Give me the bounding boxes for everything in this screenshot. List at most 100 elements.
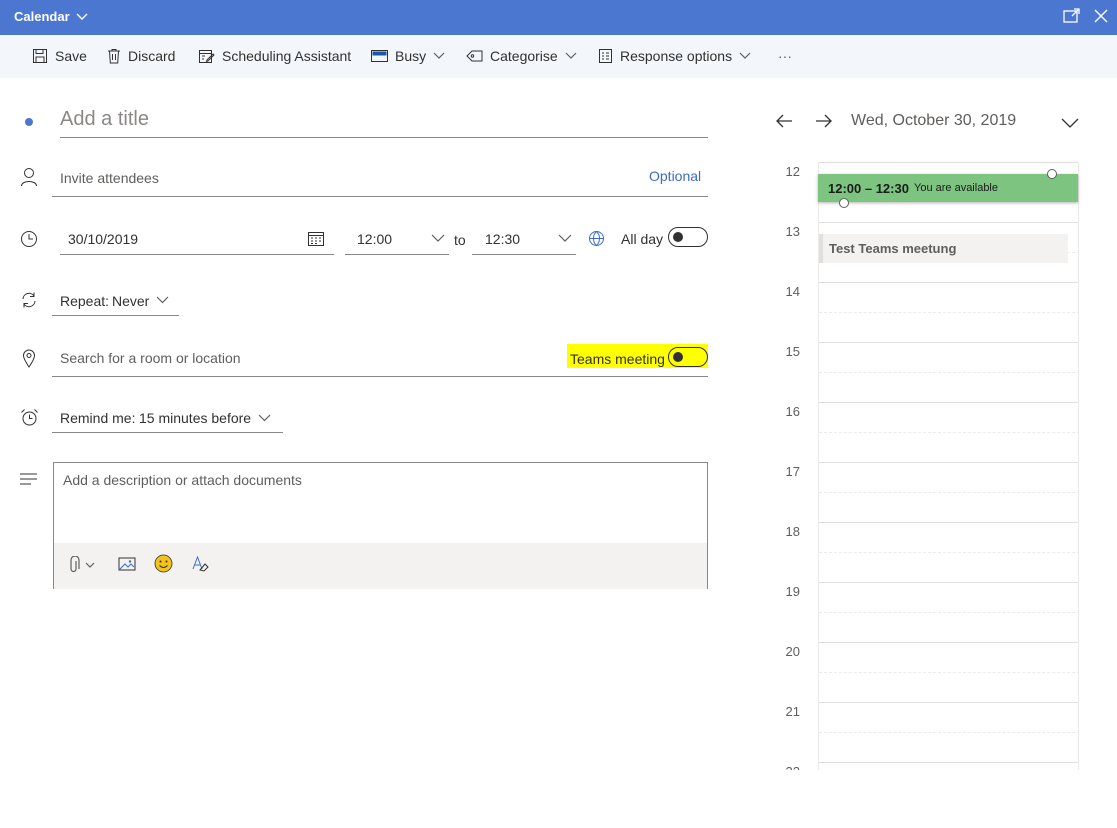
hour-gridline (819, 282, 1078, 283)
location-pin-icon (22, 349, 36, 368)
arrow-left-icon[interactable] (775, 113, 793, 129)
half-hour-gridline (819, 312, 1078, 313)
chevron-down-icon (558, 234, 572, 242)
day-view-date[interactable]: Wed, October 30, 2019 (851, 112, 1016, 130)
location-input[interactable]: Search for a room or location (60, 350, 241, 366)
date-underline (60, 254, 334, 255)
optional-attendees-link[interactable]: Optional (649, 168, 701, 184)
tag-icon (466, 50, 483, 62)
hour-label: 21 (785, 704, 800, 719)
title-underline (60, 137, 708, 138)
discard-button[interactable]: Discard (107, 48, 175, 64)
hour-gridline (819, 702, 1078, 703)
half-hour-gridline (819, 672, 1078, 673)
hour-label: 19 (785, 584, 800, 599)
hour-label: 13 (785, 224, 800, 239)
hour-gridline (819, 162, 1078, 163)
status-icon (371, 50, 388, 62)
to-label: to (454, 232, 466, 248)
half-hour-gridline (819, 492, 1078, 493)
hour-gridline (819, 642, 1078, 643)
scheduling-assistant-button[interactable]: Scheduling Assistant (198, 48, 351, 64)
selected-time-slot[interactable]: 12:00 – 12:30 You are available (818, 174, 1078, 202)
end-time-underline (472, 254, 576, 255)
arrow-right-icon[interactable] (815, 113, 833, 129)
hour-label: 15 (785, 344, 800, 359)
save-icon (33, 49, 47, 63)
insert-image-icon[interactable] (118, 556, 136, 572)
hour-label: 12 (785, 164, 800, 179)
start-time-underline (345, 254, 449, 255)
title-bar: Calendar (0, 0, 1117, 35)
event-title: Test Teams meetung (829, 241, 957, 256)
hour-label: 18 (785, 524, 800, 539)
all-day-toggle[interactable] (668, 227, 708, 247)
repeat-label: Repeat: (60, 293, 110, 309)
half-hour-gridline (819, 732, 1078, 733)
half-hour-gridline (819, 432, 1078, 433)
chevron-down-icon (156, 296, 169, 304)
hour-gridline (819, 222, 1078, 223)
hour-label: 16 (785, 404, 800, 419)
title-input[interactable]: Add a title (60, 108, 149, 131)
hour-gridline (819, 762, 1078, 763)
attach-paperclip-icon[interactable] (69, 556, 97, 574)
popout-icon[interactable] (1063, 8, 1081, 24)
teams-meeting-label: Teams meeting (570, 351, 665, 367)
teams-meeting-toggle[interactable] (668, 347, 708, 367)
description-lines-icon (20, 473, 37, 485)
half-hour-gridline (819, 612, 1078, 613)
chevron-down-icon (431, 234, 445, 242)
repeat-select[interactable]: Never (112, 293, 149, 309)
half-hour-gridline (819, 372, 1078, 373)
description-placeholder: Add a description or attach documents (63, 472, 302, 488)
all-day-label: All day (621, 231, 664, 247)
save-button[interactable]: Save (32, 48, 87, 64)
app-name: Calendar (14, 9, 70, 24)
person-icon (21, 168, 37, 187)
remind-label: Remind me: (60, 410, 136, 426)
calendar-event[interactable]: Test Teams meetung (819, 234, 1068, 263)
chevron-down-icon[interactable] (1061, 118, 1079, 129)
editor-toolbar (54, 543, 707, 589)
scheduling-icon (199, 50, 215, 63)
end-time-select[interactable]: 12:30 (485, 231, 520, 247)
toggle-knob (673, 352, 683, 362)
attendees-underline (52, 196, 708, 197)
response-options-dropdown[interactable]: Response options (598, 48, 751, 64)
half-hour-gridline (819, 552, 1078, 553)
chevron-down-icon (433, 52, 445, 59)
emoji-icon[interactable] (154, 554, 173, 573)
hour-gridline (819, 402, 1078, 403)
hour-gridline (819, 342, 1078, 343)
attendees-input[interactable]: Invite attendees (60, 170, 159, 186)
format-text-icon[interactable] (191, 555, 209, 573)
chevron-down-icon (565, 52, 577, 59)
calendar-icon[interactable] (307, 230, 325, 247)
timezone-globe-icon[interactable] (588, 230, 605, 247)
clock-icon (21, 231, 37, 247)
date-field[interactable]: 30/10/2019 (68, 231, 138, 247)
description-editor[interactable]: Add a description or attach documents (53, 462, 708, 589)
hour-label: 14 (785, 284, 800, 299)
close-icon[interactable] (1093, 8, 1109, 24)
trash-icon (108, 49, 120, 64)
slot-time: 12:00 – 12:30 (828, 181, 909, 196)
chevron-down-icon (739, 52, 751, 59)
categorise-dropdown[interactable]: Categorise (466, 48, 577, 64)
alarm-clock-icon (21, 409, 38, 426)
command-bar: Save Discard Scheduling Assistant Busy C… (0, 35, 1117, 78)
busy-dropdown[interactable]: Busy (371, 48, 445, 64)
toggle-knob (673, 232, 683, 242)
slot-availability: You are available (914, 182, 998, 194)
app-switcher[interactable]: Calendar (14, 9, 88, 24)
more-actions-button[interactable]: ··· (778, 48, 792, 64)
chevron-down-icon (258, 414, 271, 422)
repeat-icon (22, 292, 36, 308)
repeat-underline (52, 315, 179, 316)
hour-label: 20 (785, 644, 800, 659)
slot-resize-handle-bottom[interactable] (839, 198, 849, 208)
remind-select[interactable]: 15 minutes before (139, 410, 251, 426)
start-time-select[interactable]: 12:00 (357, 231, 392, 247)
slot-resize-handle-top[interactable] (1047, 169, 1057, 179)
